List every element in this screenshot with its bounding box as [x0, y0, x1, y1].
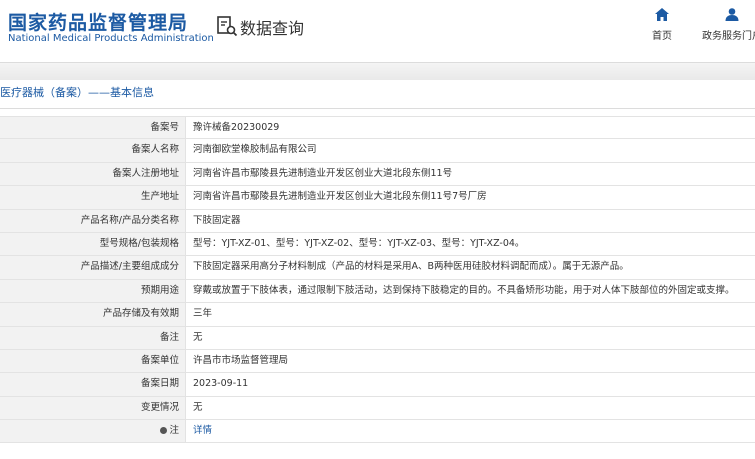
table-row: 产品描述/主要组成成分 下肢固定器采用高分子材料制成（产品的材料是采用A、B两种医…: [0, 256, 755, 280]
row-label: 备案人名称: [0, 139, 186, 162]
home-icon: [655, 8, 669, 21]
nav-home-label: 首页: [652, 31, 672, 42]
table-row: 备案人名称 河南御欧堂橡胶制品有限公司: [0, 139, 755, 163]
row-value: 无: [193, 401, 203, 413]
row-value: 豫许械备20230029: [193, 122, 280, 133]
row-label: 变更情况: [0, 396, 186, 420]
row-value: 河南御欧堂橡胶制品有限公司: [193, 144, 317, 156]
user-icon: [725, 8, 739, 21]
row-label: 备案号: [0, 117, 186, 139]
section-divider: [0, 108, 755, 109]
table-row: 备案号 豫许械备20230029: [0, 116, 755, 140]
site-header: 国家药品监督管理局 National Medical Products Admi…: [0, 0, 755, 62]
row-value: 下肢固定器: [193, 214, 241, 226]
table-row: 备案单位 许昌市市场监督管理局: [0, 349, 755, 374]
table-row: 预期用途 穿戴或放置于下肢体表，通过限制下肢活动，达到保持下肢稳定的目的。不具备矫…: [0, 279, 755, 304]
detail-table: 备案号 豫许械备20230029 备案人名称 河南御欧堂橡胶制品有限公司 备案人注册…: [0, 116, 755, 444]
table-row: 备注无: [0, 326, 755, 350]
row-label: 产品名称/产品分类名称: [0, 209, 186, 232]
site-logo-cn[interactable]: 国家药品监督管理局: [8, 8, 188, 35]
row-label: 备案单位: [0, 349, 186, 373]
document-search-icon: [217, 16, 238, 37]
row-value: 无: [193, 331, 203, 343]
table-row: 备案人注册地址 河南省许昌市鄢陵县先进制造业开发区创业大道北段东侧11号: [0, 162, 755, 187]
page-title: 数据查询: [240, 19, 305, 38]
row-value: 河南省许昌市鄢陵县先进制造业开发区创业大道北段东侧11号: [193, 167, 453, 179]
row-label: 备案人注册地址: [0, 162, 186, 186]
row-value: 下肢固定器采用高分子材料制成（产品的材料是采用A、B两种医用硅胶材料调配而成）。…: [193, 261, 629, 273]
nav-home[interactable]: 首页: [648, 8, 676, 42]
row-value: 三年: [193, 308, 213, 320]
row-value: 2023-09-11: [193, 378, 249, 390]
table-row: 生产地址 河南省许昌市鄢陵县先进制造业开发区创业大道北段东侧11号7号厂房: [0, 186, 755, 210]
row-label: 产品存储及有效期: [0, 303, 186, 326]
table-row: 备案日期 2023-09-11: [0, 373, 755, 397]
header-divider: [0, 62, 755, 80]
row-label: 备注: [0, 326, 186, 349]
row-value: 型号：YJT-XZ-01、型号：YJT-XZ-02、型号：YJT-XZ-03、型…: [193, 237, 525, 249]
row-label: 预期用途: [0, 279, 186, 303]
site-logo-en[interactable]: National Medical Products Administration: [8, 33, 214, 44]
row-label-note: 注: [0, 420, 186, 443]
nav-gov-service[interactable]: 政务服务门户: [702, 8, 755, 42]
row-value: 详情: [186, 420, 755, 442]
row-label: 型号规格/包装规格: [0, 232, 186, 256]
row-value: 许昌市市场监督管理局: [193, 354, 289, 366]
lightbulb-icon: [160, 427, 168, 435]
row-value: 河南省许昌市鄢陵县先进制造业开发区创业大道北段东侧11号7号厂房: [193, 191, 487, 203]
details-link[interactable]: 详情: [193, 425, 212, 436]
note-label: 注: [169, 425, 179, 437]
row-label: 备案日期: [0, 373, 186, 396]
table-row: 产品名称/产品分类名称 下肢固定器: [0, 209, 755, 233]
table-row: 型号规格/包装规格 型号：YJT-XZ-01、型号：YJT-XZ-02、型号：YJ…: [0, 232, 755, 257]
row-value: 穿戴或放置于下肢体表，通过限制下肢活动，达到保持下肢稳定的目的。不具备矫形功能，…: [193, 284, 735, 296]
nav-gov-service-label: 政务服务门户: [702, 31, 755, 42]
table-row: 变更情况无: [0, 396, 755, 421]
section-title: 医疗器械（备案）——基本信息: [0, 86, 154, 99]
row-label: 生产地址: [0, 186, 186, 209]
table-row: 产品存储及有效期 三年: [0, 303, 755, 327]
row-label: 产品描述/主要组成成分: [0, 256, 186, 279]
table-row: 注 详情: [0, 420, 755, 444]
